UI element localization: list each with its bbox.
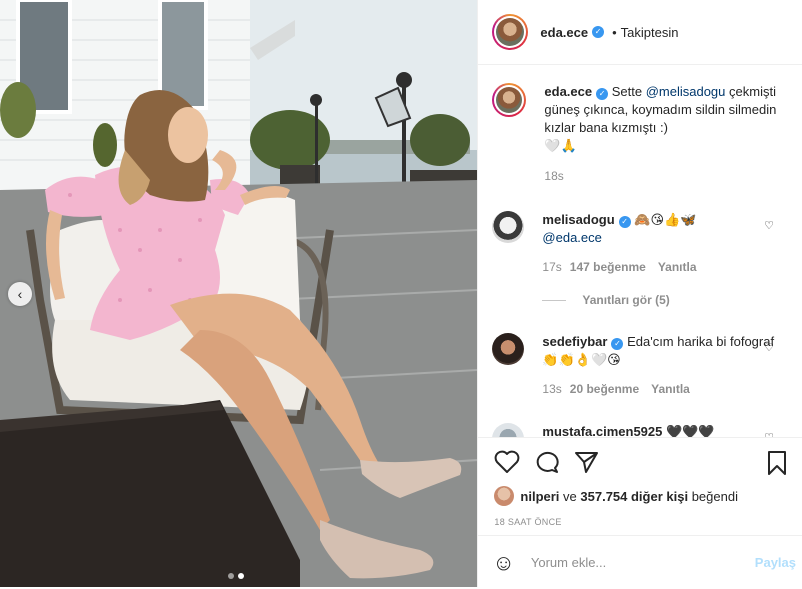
caption-avatar[interactable] bbox=[492, 83, 527, 117]
author-avatar[interactable] bbox=[492, 14, 529, 50]
comment-username[interactable]: mustafa.cimen5925 bbox=[542, 424, 662, 437]
caption-emoji: 🤍🙏 bbox=[544, 138, 577, 153]
comment-likes[interactable]: 147 beğenme bbox=[570, 260, 646, 274]
verified-badge-icon: ✓ bbox=[611, 338, 624, 350]
add-comment-bar: ☺ Paylaş bbox=[478, 535, 802, 589]
verified-badge-icon: ✓ bbox=[618, 216, 631, 228]
caption-text-start: Sette bbox=[611, 84, 646, 99]
comment-item: melisadogu ✓ 🙈😘👍🦋 @eda.ece 17s 147 beğenme… bbox=[492, 211, 792, 276]
carousel-dot-active bbox=[238, 573, 244, 579]
comment-item: sedefiybar ✓ Eda'cım harika bi fofograf 👏… bbox=[492, 333, 792, 398]
avatar-image bbox=[496, 87, 523, 113]
likes-others-count[interactable]: 357.754 diğer kişi bbox=[580, 489, 688, 504]
emoji-smiley-icon[interactable]: ☺ bbox=[492, 550, 514, 576]
carousel-indicator bbox=[228, 573, 244, 579]
likes-connector: ve bbox=[559, 488, 581, 504]
view-replies-label: Yanıtları gör (5) bbox=[582, 293, 670, 307]
verified-badge-icon: ✓ bbox=[592, 26, 605, 38]
comment-text: 🖤🖤🖤 bbox=[665, 424, 715, 437]
comments-list[interactable]: eda.ece ✓ Sette @melisadogu çekmişti güne… bbox=[478, 65, 802, 437]
comment-bubble-icon[interactable] bbox=[534, 450, 560, 477]
post-header: eda.ece ✓ • Takiptesin bbox=[478, 0, 802, 65]
comment-time[interactable]: 17s bbox=[542, 260, 561, 274]
commenter-avatar[interactable] bbox=[492, 333, 525, 365]
comment-time[interactable]: 13s bbox=[542, 382, 561, 396]
carousel-dot bbox=[228, 573, 234, 579]
reply-button[interactable]: Yanıtla bbox=[651, 382, 690, 396]
likes-suffix: beğendi bbox=[688, 488, 738, 504]
avatar-image bbox=[496, 18, 525, 46]
commenter-avatar[interactable] bbox=[492, 423, 525, 437]
likes-summary: nilperi ve 357.754 diğer kişi beğendi bbox=[494, 486, 738, 506]
like-heart-icon[interactable] bbox=[494, 450, 520, 477]
caption-time[interactable]: 18s bbox=[544, 169, 563, 183]
caption-username[interactable]: eda.ece bbox=[544, 84, 592, 99]
verified-badge-icon: ✓ bbox=[596, 88, 609, 100]
comment-input[interactable] bbox=[528, 554, 733, 571]
comment-like-heart-icon[interactable]: ♡ bbox=[764, 219, 774, 232]
post-photo[interactable]: ‹ bbox=[0, 0, 478, 587]
comment-likes[interactable]: 20 beğenme bbox=[570, 382, 639, 396]
comment-username[interactable]: sedefiybar bbox=[542, 334, 607, 349]
post-comment-button[interactable]: Paylaş bbox=[755, 555, 796, 570]
instagram-post: ‹ eda.ece ✓ • Takiptesin eda.ece ✓ Sette… bbox=[0, 0, 802, 587]
carousel-prev-button[interactable]: ‹ bbox=[8, 282, 32, 306]
view-replies-button[interactable]: Yanıtları gör (5) bbox=[542, 293, 670, 307]
chevron-left-icon: ‹ bbox=[17, 286, 23, 302]
comment-mention[interactable]: @eda.ece bbox=[542, 230, 601, 245]
save-bookmark-icon[interactable] bbox=[766, 450, 788, 479]
liker-avatar[interactable] bbox=[494, 486, 515, 506]
photo-illustration bbox=[0, 0, 478, 587]
post-side-panel: eda.ece ✓ • Takiptesin eda.ece ✓ Sette @m… bbox=[477, 0, 802, 587]
reply-button[interactable]: Yanıtla bbox=[658, 260, 697, 274]
comment-item: mustafa.cimen5925 🖤🖤🖤 ♡ bbox=[492, 423, 792, 437]
comment-like-heart-icon[interactable]: ♡ bbox=[764, 341, 774, 354]
comment-username[interactable]: melisadogu bbox=[542, 212, 614, 227]
caption-mention[interactable]: @melisadogu bbox=[646, 84, 726, 99]
post-caption: eda.ece ✓ Sette @melisadogu çekmişti güne… bbox=[492, 83, 792, 185]
author-username[interactable]: eda.ece bbox=[540, 25, 588, 40]
action-icons bbox=[494, 450, 788, 478]
separator-dot: • bbox=[612, 24, 617, 40]
comment-emoji: 🙈😘👍🦋 bbox=[634, 212, 697, 227]
commenter-avatar[interactable] bbox=[492, 211, 525, 243]
post-actions: nilperi ve 357.754 diğer kişi beğendi 18… bbox=[478, 437, 802, 588]
divider-line bbox=[542, 299, 567, 301]
follow-status[interactable]: Takiptesin bbox=[621, 25, 679, 40]
share-paper-plane-icon[interactable] bbox=[574, 450, 600, 477]
post-timestamp[interactable]: 18 SAAT ÖNCE bbox=[494, 517, 561, 527]
liker-username[interactable]: nilperi bbox=[520, 489, 559, 504]
